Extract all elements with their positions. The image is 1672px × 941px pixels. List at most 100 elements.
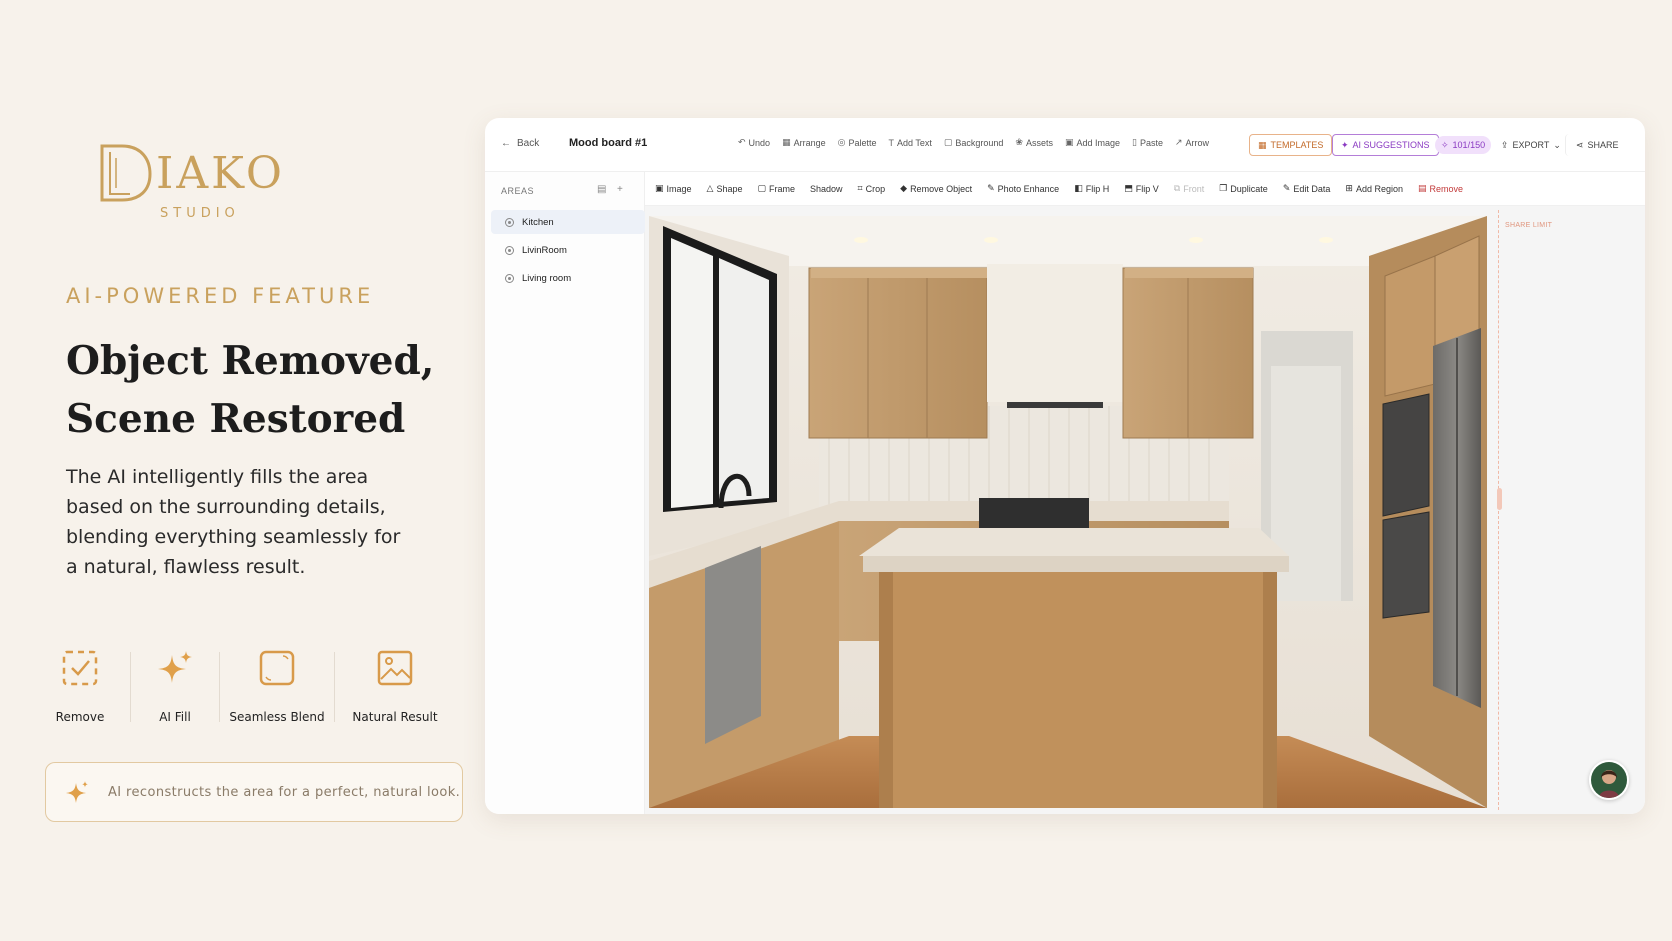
divider <box>219 652 220 722</box>
shadow-tool-button[interactable]: Shadow <box>810 183 843 194</box>
feature-ai-fill: AI Fill <box>143 648 207 724</box>
brand-logo: IAKO STUDIO <box>96 140 296 228</box>
share-icon: ⋖ <box>1576 139 1584 150</box>
arrange-button[interactable]: ▦ Arrange <box>782 137 826 148</box>
assets-button[interactable]: ❀ Assets <box>1015 137 1053 148</box>
tool-label: Crop <box>865 183 886 194</box>
image-tool-button[interactable]: ▣ Image <box>655 183 692 194</box>
object-tools: ▣ Image △ Shape ▢ Frame Shadow ⌗ Crop ◆ Remov… <box>655 183 1463 194</box>
area-item-kitchen[interactable]: Kitchen <box>491 210 645 234</box>
add-region-button[interactable]: ⊞ Add Region <box>1345 183 1403 194</box>
sparkle-icon <box>155 648 195 688</box>
tool-label: Add Image <box>1076 137 1121 148</box>
area-item-livinroom[interactable]: LivinRoom <box>491 238 645 262</box>
front-button[interactable]: ⧉ Front <box>1174 183 1204 194</box>
share-label: SHARE <box>1587 140 1619 150</box>
flip-h-button[interactable]: ◧ Flip H <box>1074 183 1109 194</box>
blend-square-icon <box>257 648 297 688</box>
add-text-button[interactable]: T Add Text <box>889 137 932 148</box>
feature-tag: AI-POWERED FEATURE <box>66 284 375 308</box>
avatar[interactable] <box>1589 760 1629 800</box>
areas-sidebar: AREAS ▤ + Kitchen LivinRoom Living room <box>485 172 645 814</box>
share-button[interactable]: ⋖ SHARE <box>1565 134 1627 156</box>
photo-enhance-button[interactable]: ✎ Photo Enhance <box>987 183 1059 194</box>
flip-v-button[interactable]: ⬒ Flip V <box>1124 183 1159 194</box>
paste-button[interactable]: ▯ Paste <box>1132 137 1163 148</box>
arrange-icon: ▦ <box>782 137 791 147</box>
brand-sub: STUDIO <box>160 206 240 221</box>
ai-suggestions-button[interactable]: ✦ AI SUGGESTIONS <box>1332 134 1439 156</box>
share-limit-line <box>1498 210 1499 810</box>
layout-icon[interactable]: ▤ <box>597 184 606 195</box>
top-toolbar: ← Back Mood board #1 ↶ Undo ▦ Arrange ◎ Pal… <box>485 118 1645 172</box>
ai-suggestions-label: AI SUGGESTIONS <box>1352 140 1430 150</box>
tool-label: Palette <box>848 137 877 148</box>
area-item-living-room[interactable]: Living room <box>491 266 645 290</box>
add-area-icon[interactable]: + <box>617 184 623 195</box>
tool-label: Shadow <box>810 183 843 194</box>
feature-label: Remove <box>55 710 105 724</box>
back-button[interactable]: ← Back <box>501 138 539 149</box>
divider <box>130 652 131 722</box>
export-label: EXPORT <box>1512 140 1550 150</box>
templates-button[interactable]: ▦ TEMPLATES <box>1249 134 1333 156</box>
feature-label: Seamless Blend <box>229 710 325 724</box>
logo-mark-icon <box>100 144 152 202</box>
tool-label: Frame <box>769 183 796 194</box>
tool-label: Remove <box>1429 183 1464 194</box>
tool-label: Image <box>666 183 692 194</box>
area-icon <box>505 217 514 227</box>
shape-tool-button[interactable]: △ Shape <box>707 183 743 194</box>
edit-icon: ✎ <box>1282 183 1291 193</box>
remove-check-icon <box>60 648 100 688</box>
palette-icon: ◎ <box>837 137 846 147</box>
tool-label: Flip H <box>1085 183 1110 194</box>
toolbar-actions: ↶ Undo ▦ Arrange ◎ Palette T Add Text ▢ Backg… <box>738 137 1209 148</box>
feature-remove: Remove <box>42 648 118 724</box>
edit-data-button[interactable]: ✎ Edit Data <box>1283 183 1331 194</box>
feature-list: Remove AI Fill Seamless Blend Natural Re… <box>42 648 452 724</box>
arrow-button[interactable]: ↗ Arrow <box>1175 137 1209 148</box>
area-icon <box>505 273 514 283</box>
app-window: ← Back Mood board #1 ↶ Undo ▦ Arrange ◎ Pal… <box>485 118 1645 814</box>
flip-h-icon: ◧ <box>1074 183 1083 193</box>
remove-button[interactable]: ▤ Remove <box>1418 183 1463 194</box>
grid-icon: ▦ <box>1258 139 1267 150</box>
duplicate-button[interactable]: ❐ Duplicate <box>1219 183 1268 194</box>
crop-tool-button[interactable]: ⌗ Crop <box>858 183 886 194</box>
credit-icon: ✧ <box>1441 139 1449 150</box>
add-image-icon: ▣ <box>1064 137 1074 147</box>
headline-line-1: Object Removed, <box>66 338 435 384</box>
kitchen-photo[interactable] <box>649 216 1487 808</box>
sparkle-icon: ✦ <box>1341 139 1349 150</box>
arrow-icon: ↗ <box>1175 137 1183 147</box>
remove-object-button[interactable]: ◆ Remove Object <box>900 183 972 194</box>
tool-label: Paste <box>1139 137 1163 148</box>
image-icon: ▣ <box>655 183 664 193</box>
undo-button[interactable]: ↶ Undo <box>738 137 770 148</box>
object-toolbar: ▣ Image △ Shape ▢ Frame Shadow ⌗ Crop ◆ Remov… <box>645 172 1645 206</box>
tool-label: Edit Data <box>1293 183 1331 194</box>
divider <box>334 652 335 722</box>
sparkle-icon <box>66 781 88 803</box>
document-title[interactable]: Mood board #1 <box>569 137 647 149</box>
chevron-down-icon: ⌄ <box>1553 139 1561 150</box>
tool-label: Undo <box>748 137 771 148</box>
share-limit-label: SHARE LIMIT <box>1505 222 1553 229</box>
credits-value: 101/150 <box>1452 140 1486 150</box>
palette-button[interactable]: ◎ Palette <box>838 137 877 148</box>
background-button[interactable]: ▢ Background <box>944 137 1004 148</box>
user-avatar-icon <box>1591 762 1627 798</box>
export-icon: ⇪ <box>1501 139 1509 150</box>
area-label: Living room <box>522 272 572 284</box>
frame-tool-button[interactable]: ▢ Frame <box>757 183 795 194</box>
brand-name: IAKO <box>156 148 285 199</box>
arrow-left-icon: ← <box>501 138 511 149</box>
add-image-button[interactable]: ▣ Add Image <box>1065 137 1120 148</box>
export-button[interactable]: ⇪ EXPORT ⌄ <box>1493 134 1569 156</box>
assets-icon: ❀ <box>1015 137 1023 147</box>
area-label: Kitchen <box>522 216 554 228</box>
resize-handle[interactable] <box>1497 488 1502 510</box>
trash-icon: ▤ <box>1418 183 1427 193</box>
tool-label: Flip V <box>1135 183 1159 194</box>
